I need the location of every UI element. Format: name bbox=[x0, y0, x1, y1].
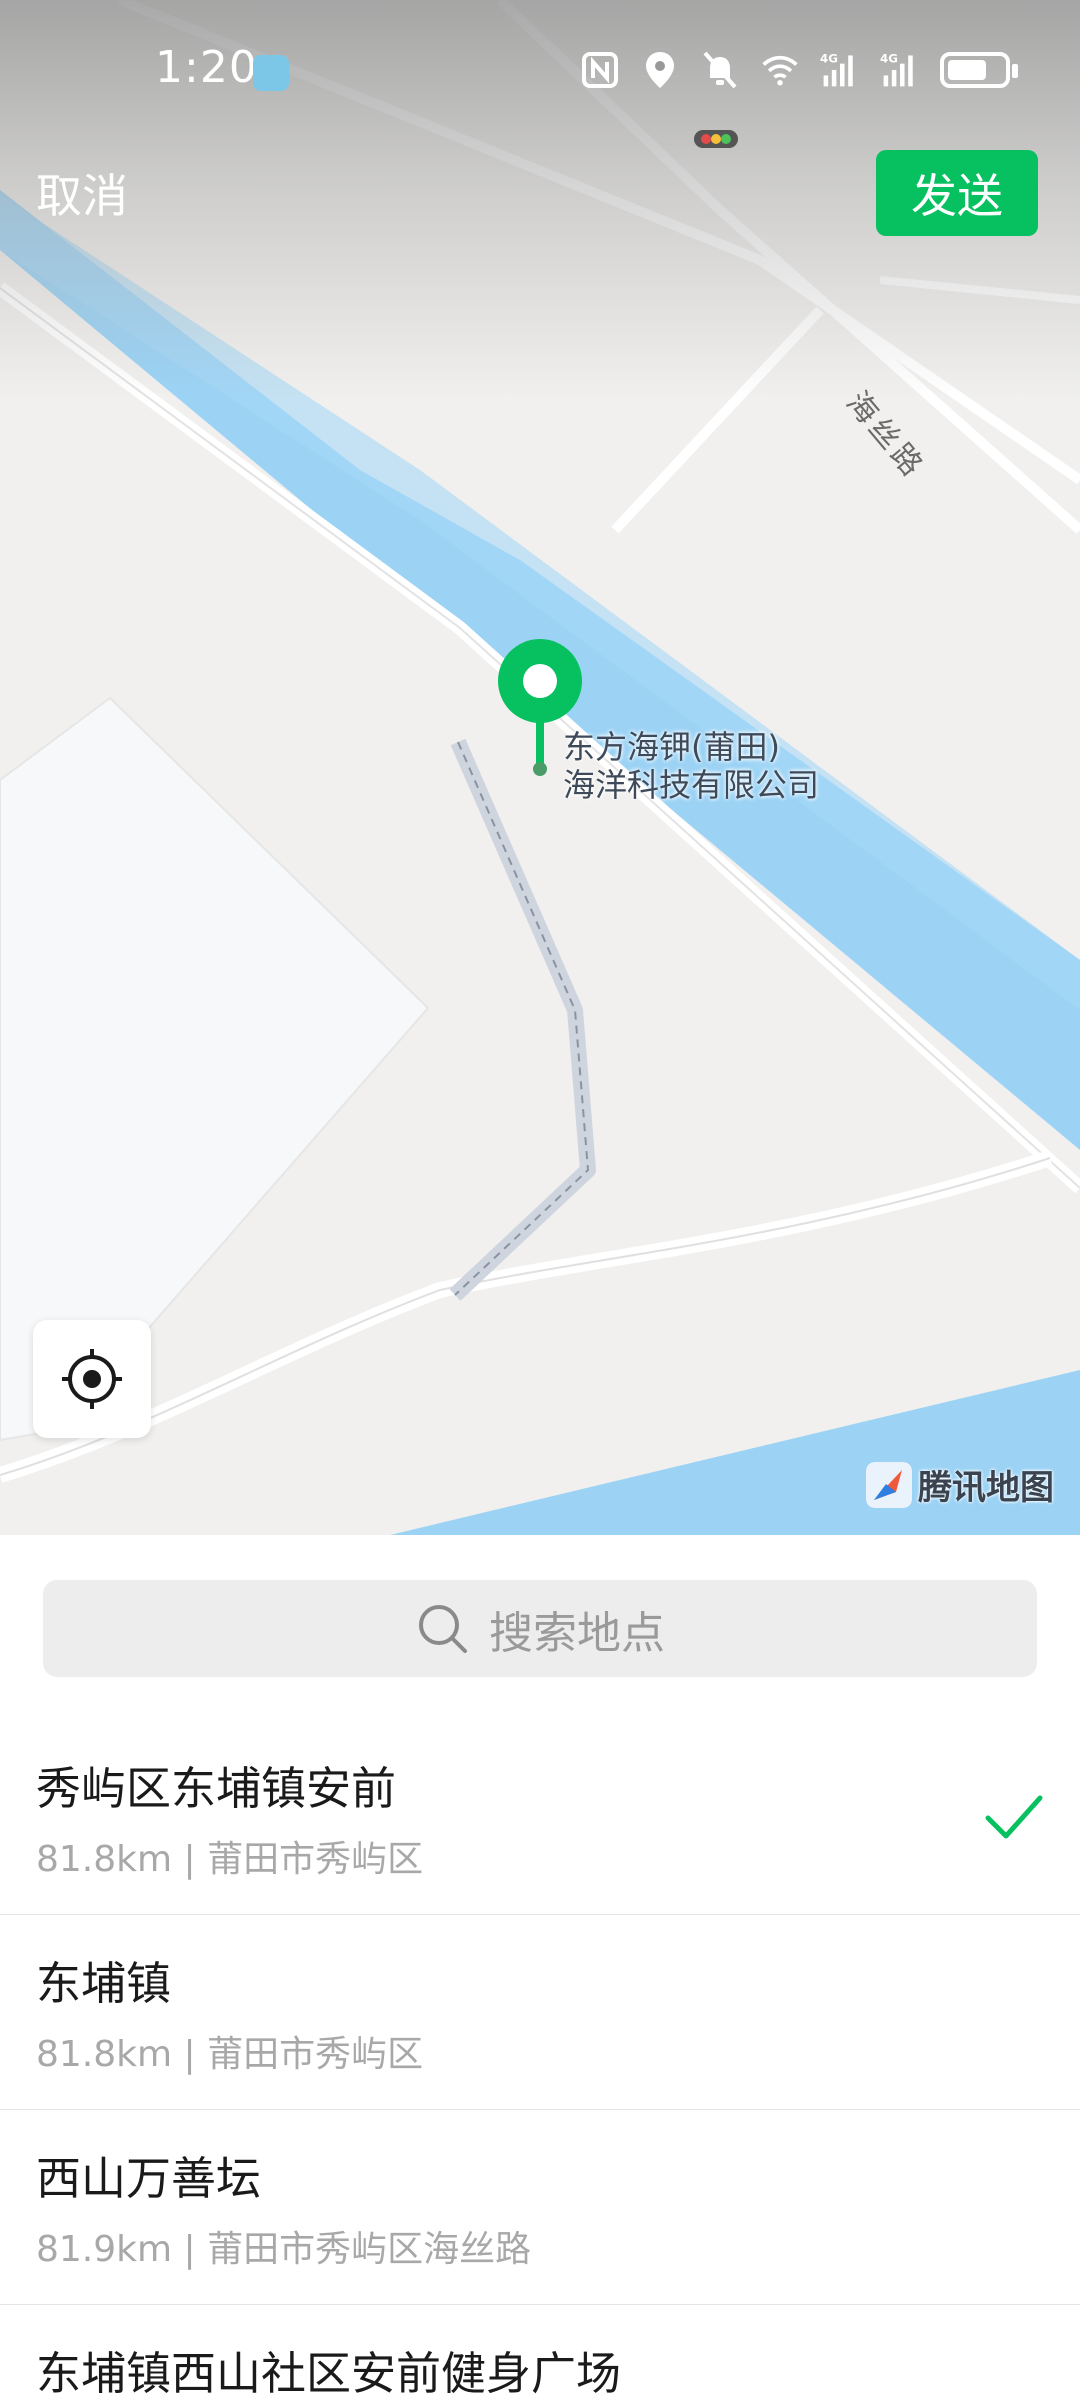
check-icon bbox=[985, 1795, 1043, 1839]
nfc-icon bbox=[582, 52, 618, 88]
result-title: 秀屿区东埔镇安前 bbox=[36, 1762, 397, 1815]
my-location-button[interactable] bbox=[33, 1320, 151, 1438]
result-subtitle: 81.8km | 莆田市秀屿区 bbox=[36, 2034, 424, 2075]
map-view[interactable]: 1:20 4G 4G 取消 发送 海丝路 东方海钾(莆田) 海洋科技有限公司 腾… bbox=[0, 0, 1080, 1535]
result-title: 东埔镇 bbox=[36, 1957, 172, 2010]
signal-4g-icon: 4G bbox=[820, 52, 853, 87]
list-item[interactable]: 东埔镇 81.8km | 莆田市秀屿区 bbox=[0, 1915, 1080, 2110]
list-item[interactable]: 秀屿区东埔镇安前 81.8km | 莆田市秀屿区 bbox=[0, 1720, 1080, 1915]
map-provider-label: 腾讯地图 bbox=[918, 1468, 1054, 1508]
result-title: 西山万善坛 bbox=[36, 2152, 262, 2205]
status-icons: 4G 4G bbox=[580, 48, 1018, 92]
map-provider-logo: 腾讯地图 bbox=[866, 1460, 1054, 1509]
search-icon bbox=[419, 1604, 467, 1653]
result-subtitle: 81.9km | 莆田市秀屿区海丝路 bbox=[36, 2229, 532, 2270]
location-picker-screen: 1:20 4G 4G 取消 发送 海丝路 东方海钾(莆田) 海洋科技有限公司 腾… bbox=[0, 0, 1080, 2400]
poi-name-line2: 海洋科技有限公司 bbox=[563, 766, 820, 804]
crosshair-icon bbox=[62, 1349, 122, 1409]
list-item[interactable]: 西山万善坛 81.9km | 莆田市秀屿区海丝路 bbox=[0, 2110, 1080, 2305]
status-time: 1:20 bbox=[155, 42, 258, 93]
battery-icon bbox=[940, 52, 1018, 88]
cancel-button[interactable]: 取消 bbox=[36, 160, 128, 226]
battery-level bbox=[948, 60, 986, 80]
result-list: 秀屿区东埔镇安前 81.8km | 莆田市秀屿区 东埔镇 81.8km | 莆田… bbox=[0, 1720, 1080, 2400]
send-button[interactable]: 发送 bbox=[876, 150, 1038, 236]
poi-name-line1: 东方海钾(莆田) bbox=[563, 728, 780, 766]
result-subtitle: 81.8km | 莆田市秀屿区 bbox=[36, 1839, 424, 1880]
mute-bell-icon bbox=[703, 51, 737, 89]
poi-label: 东方海钾(莆田) 海洋科技有限公司 bbox=[563, 728, 819, 804]
river-south bbox=[390, 1370, 1080, 1535]
search-input[interactable]: 搜索地点 bbox=[43, 1580, 1037, 1677]
traffic-light-icon bbox=[694, 130, 738, 148]
footpath bbox=[449, 738, 596, 1301]
app-notification-icon bbox=[253, 55, 289, 91]
tencent-map-logo-icon bbox=[866, 1461, 912, 1508]
location-results-panel: 搜索地点 秀屿区东埔镇安前 81.8km | 莆田市秀屿区 东埔镇 81.8km… bbox=[0, 1535, 1080, 2400]
location-icon bbox=[646, 52, 674, 88]
signal-4g-icon-2: 4G bbox=[880, 52, 913, 87]
list-item[interactable]: 东埔镇西山社区安前健身广场 bbox=[0, 2305, 1080, 2400]
svg-text:4G: 4G bbox=[820, 52, 838, 66]
wifi-icon bbox=[762, 55, 798, 86]
search-placeholder: 搜索地点 bbox=[489, 1607, 665, 1659]
status-bar: 1:20 4G 4G bbox=[0, 0, 1080, 140]
result-title: 东埔镇西山社区安前健身广场 bbox=[36, 2347, 622, 2400]
svg-text:4G: 4G bbox=[880, 52, 898, 66]
